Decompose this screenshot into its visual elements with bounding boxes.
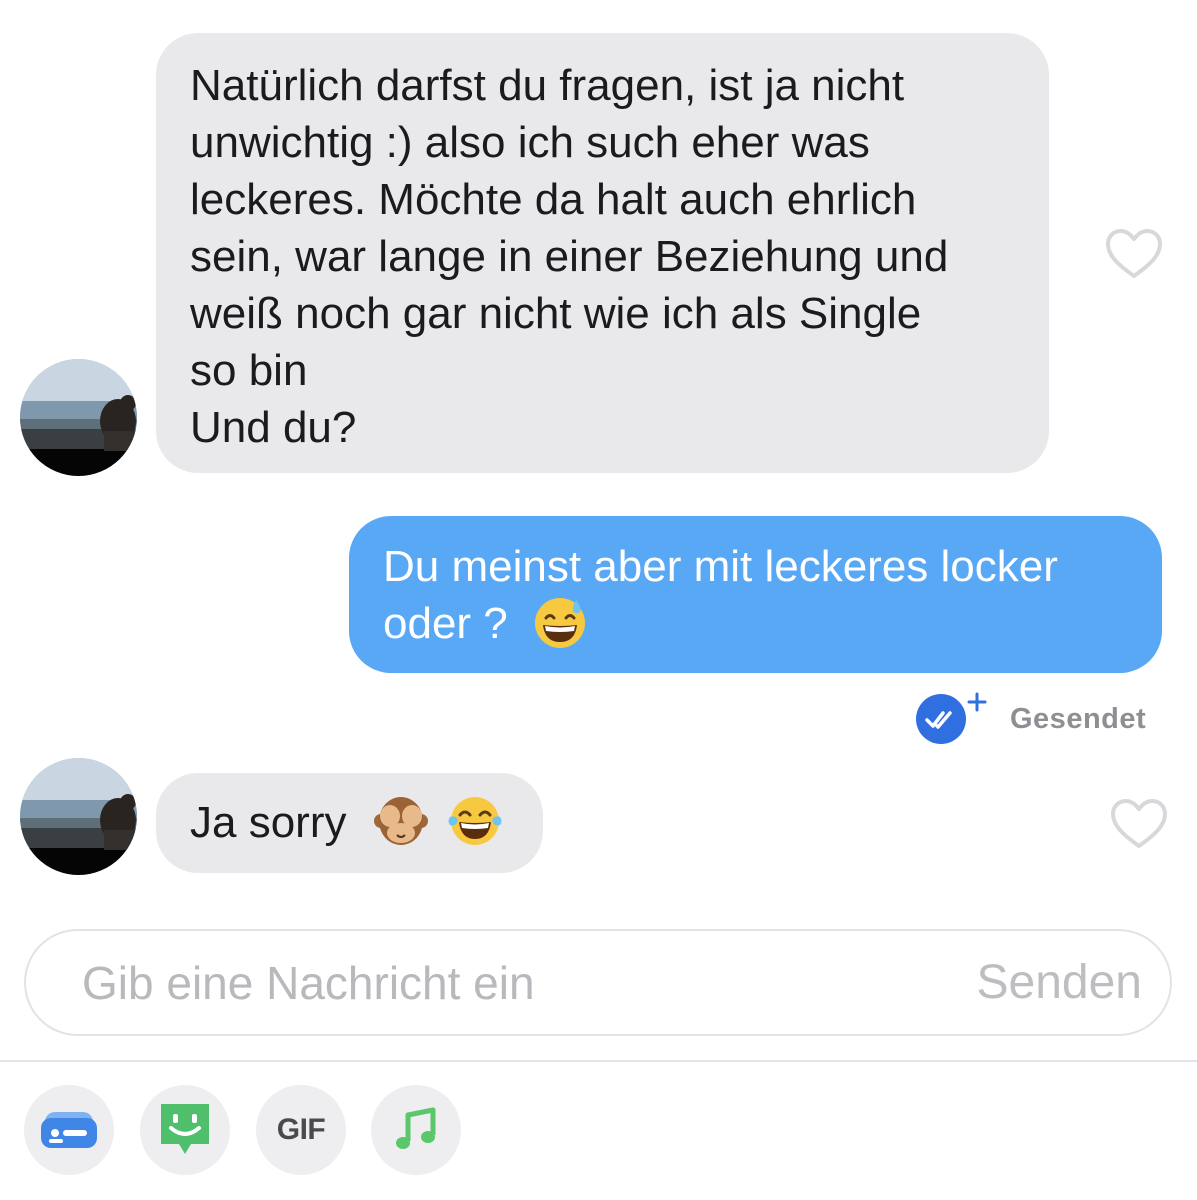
gif-icon: GIF: [276, 1113, 326, 1146]
message-line: leckeres. Möchte da halt auch ehrlich: [190, 175, 917, 224]
music-button[interactable]: [371, 1085, 461, 1175]
contact-card-icon: [41, 1112, 97, 1148]
message-composer: Senden: [24, 929, 1172, 1036]
read-receipt-icon: [916, 692, 987, 744]
avatar-photo: [20, 758, 137, 875]
message-line: Und du?: [190, 403, 357, 452]
see-no-evil-monkey-emoji: [373, 797, 428, 846]
send-button[interactable]: Senden: [977, 931, 1143, 1034]
contact-card-button[interactable]: [24, 1085, 114, 1175]
message-line: weiß noch gar nicht wie ich als Single: [190, 289, 922, 338]
like-heart-icon[interactable]: [1105, 228, 1163, 280]
match-avatar[interactable]: [20, 359, 137, 476]
chat-screen: Natürlich darfst du fragen, ist ja nicht…: [0, 0, 1197, 1200]
message-line: unwichtig :) also ich such eher was: [190, 118, 870, 167]
status-label: Gesendet: [1010, 702, 1147, 735]
message-input[interactable]: [82, 931, 882, 1034]
message-line-with-emoji: oder ?: [383, 595, 1162, 652]
toolbar-divider: [0, 1060, 1197, 1062]
grinning-sweat-emoji: [535, 598, 585, 649]
tears-of-joy-emoji: [448, 797, 502, 846]
sticker-button[interactable]: [140, 1085, 230, 1175]
message-line: so bin: [190, 346, 308, 395]
incoming-message-bubble[interactable]: Natürlich darfst du fragen, ist ja nicht…: [156, 33, 1049, 473]
outgoing-message-bubble[interactable]: Du meinst aber mit leckeres locker oder …: [349, 516, 1162, 673]
music-note-icon: [396, 1107, 436, 1149]
message-line: Ja sorry: [190, 798, 347, 847]
sticker-icon: [161, 1104, 209, 1154]
gif-button[interactable]: GIF: [256, 1085, 346, 1175]
match-avatar[interactable]: [20, 758, 137, 875]
message-line: Du meinst aber mit leckeres locker: [383, 542, 1058, 591]
message-line-with-emoji: Ja sorry: [190, 794, 543, 851]
message-line: sein, war lange in einer Beziehung und: [190, 232, 949, 281]
incoming-message-bubble[interactable]: Ja sorry: [156, 773, 543, 873]
avatar-photo: [20, 359, 137, 476]
like-heart-icon[interactable]: [1110, 798, 1168, 850]
message-line: Natürlich darfst du fragen, ist ja nicht: [190, 61, 905, 110]
message-line: oder ?: [383, 599, 508, 648]
message-status: Gesendet: [914, 692, 1146, 746]
